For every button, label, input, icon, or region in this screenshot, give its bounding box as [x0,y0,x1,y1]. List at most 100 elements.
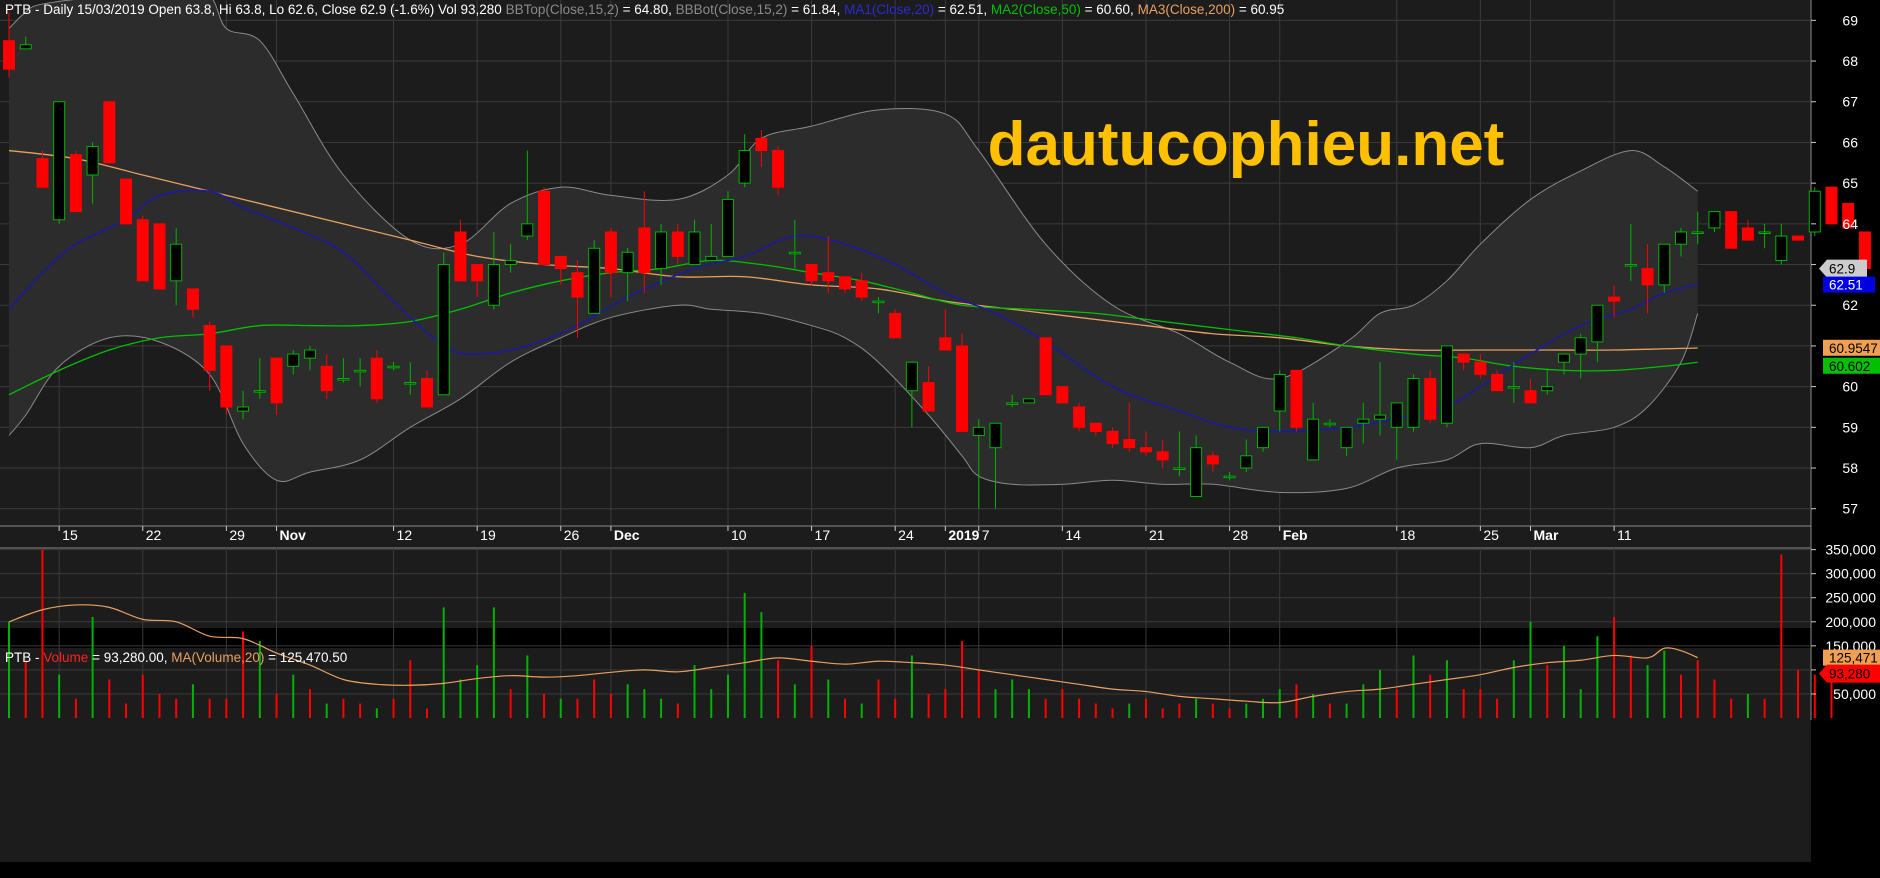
date-tick-label: 25 [1483,527,1499,543]
date-tick-label: Mar [1534,527,1559,543]
price-tick-label: 68 [1842,53,1858,69]
candle-body-down [671,231,684,257]
candle-body-up [788,251,801,255]
volume-header-ma-value: = 125,470.50 [268,650,347,665]
candle-body-down [1073,406,1086,428]
candle-body-down [421,377,433,408]
header-ma1-label: MA1(Close,20) [844,2,934,17]
candle-body-up [504,259,517,266]
candle-body-down [320,365,333,392]
candle-body-up [404,382,417,385]
price-tick-label: 59 [1842,419,1858,435]
price-badge: 62.51 [1823,276,1875,293]
header-ohlc: PTB - Daily 15/03/2019 Open 63.8, Hi 63.… [5,2,502,17]
candle-body-down [1457,353,1470,363]
candle-body-up [1675,231,1687,245]
candle-body-up [287,353,300,367]
candle-body-down [1641,268,1654,286]
candle-body-down [220,345,233,408]
volume-tick-label: 350,000 [1825,542,1876,558]
candle-body-down [1156,451,1169,461]
price-tick-label: 69 [1842,12,1858,28]
date-tick-label: Dec [614,527,640,543]
candle-body-up [1624,264,1637,267]
candle-body-up [1758,231,1771,234]
candle-body-down [103,101,116,164]
candle-body-up [487,264,500,306]
candle-body-up [1340,426,1353,449]
volume-header-ma-label: MA(Volume,20) [171,650,264,665]
candle-body-down [822,272,835,282]
candle-body-down [1089,422,1102,432]
date-tick-label: 29 [229,527,245,543]
candle-body-down [1056,386,1069,404]
volume-panel[interactable] [0,648,1811,862]
volume-badge: 93,280 [1819,664,1880,683]
volume-tick-label: 200,000 [1825,614,1876,630]
candle-body-up [1273,373,1286,412]
candle-body-up [1006,402,1019,405]
candle-body-down [1290,369,1303,428]
candle-body-up [1775,235,1788,261]
candle-body-down [120,178,133,225]
price-tick-label: 58 [1842,460,1858,476]
badge-text: 60.602 [1829,359,1870,374]
candle-body-down [1206,455,1219,465]
date-tick-label: 19 [480,527,496,543]
candle-body-up [1022,398,1035,404]
candle-body-down [1424,377,1437,420]
badge-text: 60.9547 [1829,341,1878,356]
candle-body-down [36,158,49,188]
candle-body-down [1106,430,1119,445]
stock-chart: dautucophieu.net 57585960616263646566676… [0,0,1880,878]
volume-tick-label: 300,000 [1825,566,1876,582]
candle-body-up [237,406,250,412]
badge-text: 125,471 [1829,651,1878,666]
price-badge: 60.602 [1823,357,1880,374]
candle-body-down [1491,373,1504,392]
candle-body-down [370,357,383,400]
date-tick-label: Feb [1283,527,1308,543]
header-bbbot-value: = 61.84, [791,2,840,17]
price-tick-label: 65 [1842,175,1858,191]
candle-body-up [1190,447,1203,498]
candle-body-down [270,357,283,404]
candle-body-down [1139,447,1152,453]
candle-body-up [1440,345,1453,424]
candle-body-down [805,264,818,282]
price-tick-label: 67 [1842,94,1858,110]
candle-body-down [956,345,969,432]
date-tick-label: 21 [1149,527,1165,543]
candle-body-up [705,255,718,261]
candle-body-down [1474,361,1487,375]
candle-body-down [3,40,15,70]
candle-body-up [1223,475,1236,479]
header-ma2-label: MA2(Close,50) [991,2,1081,17]
date-tick-label: 7 [982,527,990,543]
volume-badge: 125,471 [1823,649,1880,666]
candle-body-down [889,312,902,339]
candle-body-up [354,369,367,373]
date-tick-label: 18 [1400,527,1416,543]
candle-body-up [1257,426,1269,449]
date-tick-label: 11 [1617,527,1632,543]
price-header: PTB - Daily 15/03/2019 Open 63.8, Hi 63.… [5,2,1284,17]
candle-body-down [604,231,617,274]
price-tick-label: 57 [1842,501,1858,517]
date-tick-label: 15 [62,527,78,543]
volume-badges: 125,47193,280 [1819,649,1880,683]
candle-body-down [1725,211,1738,249]
date-tick-label: 22 [146,527,162,543]
candle-body-up [738,150,751,184]
candle-body-down [454,231,467,282]
candle-body-up [989,422,1002,449]
candle-body-up [1307,418,1320,461]
candle-body-up [1323,422,1336,426]
candle-body-up [905,361,918,392]
candle-body-down [153,223,166,290]
date-tick-label: 17 [815,527,831,543]
candle-body-up [1691,231,1704,234]
candle-body-up [1591,304,1604,343]
candle-body-up [1374,414,1387,420]
candle-body-up [86,146,99,176]
